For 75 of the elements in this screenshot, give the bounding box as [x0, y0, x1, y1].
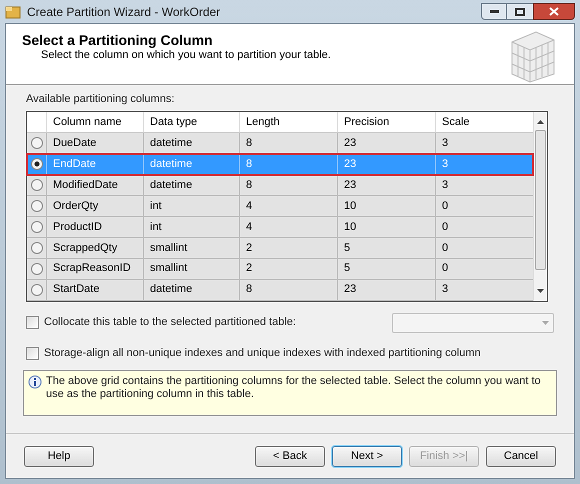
table-cell: 8 [239, 154, 337, 174]
close-icon [549, 7, 559, 16]
maximize-button[interactable] [507, 3, 533, 20]
table-cell: int [143, 196, 239, 216]
wizard-button[interactable]: Cancel [486, 446, 556, 466]
wizard-button[interactable]: Next > [332, 446, 402, 466]
table-cell: 5 [337, 258, 435, 279]
wizard-button[interactable]: < Back [255, 446, 325, 466]
table-cell: ScrapReasonID [46, 258, 143, 279]
grid-row[interactable]: StartDate datetime 8 23 3 [27, 280, 533, 300]
table-cell: 23 [337, 175, 435, 196]
table-cell: StartDate [46, 280, 143, 300]
scrollbar-thumb[interactable] [535, 130, 546, 270]
table-cell: ProductID [46, 216, 143, 237]
radio-button[interactable] [30, 242, 42, 254]
table-cell: smallint [143, 258, 239, 279]
checkbox-label[interactable]: Storage-align all non-unique indexes and unique indexes with indexed partitioning column [44, 345, 481, 362]
radio-button[interactable] [30, 158, 42, 170]
wizard-button[interactable]: Help [24, 446, 94, 466]
close-button[interactable] [533, 3, 575, 20]
table-cell: 10 [337, 216, 435, 237]
radio-button[interactable] [30, 200, 42, 212]
checkbox[interactable] [26, 316, 39, 329]
table-cell: 2 [239, 238, 337, 258]
column-header[interactable]: Column name [46, 112, 143, 132]
table-cell: ScrappedQty [46, 238, 143, 258]
radio-button[interactable] [30, 220, 42, 233]
info-icon [28, 374, 42, 388]
grid-row[interactable]: DueDate datetime 8 23 3 [27, 133, 533, 154]
table-cell: int [143, 216, 239, 237]
table-cell: 10 [337, 196, 435, 216]
radio-button[interactable] [30, 262, 42, 275]
app-icon [5, 4, 21, 18]
column-header[interactable]: Precision [337, 112, 435, 132]
minimize-icon [490, 10, 498, 13]
scroll-up-icon[interactable] [537, 120, 544, 124]
grid-row[interactable]: ProductID int 4 10 0 [27, 216, 533, 238]
grid-row[interactable]: OrderQty int 4 10 0 [27, 196, 533, 217]
table-cell: 2 [239, 258, 337, 279]
page-title: Select a Partitioning Column [22, 32, 214, 48]
table-cell: 8 [239, 280, 337, 300]
table-cell: 23 [337, 154, 435, 174]
caret-icon [542, 320, 549, 324]
grid-row[interactable]: ScrapReasonID smallint 2 5 0 [27, 258, 533, 280]
checkbox[interactable] [26, 347, 39, 360]
table-cell: 23 [337, 280, 435, 300]
table-cell: 4 [239, 196, 337, 216]
table-cell: ModifiedDate [46, 175, 143, 196]
table-cell: datetime [143, 175, 239, 196]
radio-button[interactable] [30, 179, 42, 192]
minimize-button[interactable] [481, 3, 507, 20]
info-text: The above grid contains the partitioning columns for the selected table. Select the column you want to use as the partitioning column in this table. [46, 374, 542, 402]
table-cell: 8 [239, 175, 337, 196]
column-header[interactable]: Data type [143, 112, 239, 132]
checkbox-label[interactable]: Collocate this table to the selected partitioned table: [44, 314, 296, 331]
radio-button[interactable] [30, 284, 42, 296]
radio-button[interactable] [30, 137, 42, 150]
table-cell: 3 [435, 154, 533, 174]
window-title: Create Partition Wizard - WorkOrder [27, 4, 220, 20]
table-cell: 4 [239, 216, 337, 237]
page-subtitle: Select the column on which you want to partition your table. [40, 48, 331, 62]
table-cell: datetime [143, 154, 239, 174]
grid-label: Available partitioning columns: [26, 92, 176, 107]
table-cell: smallint [143, 238, 239, 258]
grid-row[interactable]: ModifiedDate datetime 8 23 3 [27, 175, 533, 196]
table-cell: OrderQty [46, 196, 143, 216]
table-cell: EndDate [46, 154, 143, 174]
vertical-scrollbar[interactable] [533, 112, 547, 300]
table-cell: datetime [143, 280, 239, 300]
scroll-down-icon[interactable] [537, 288, 544, 292]
grid-row[interactable]: ScrappedQty smallint 2 5 0 [27, 238, 533, 259]
maximize-icon [515, 8, 525, 16]
dropdown-field[interactable] [392, 312, 554, 332]
table-cell: 5 [337, 238, 435, 258]
column-header[interactable]: Length [239, 112, 337, 132]
